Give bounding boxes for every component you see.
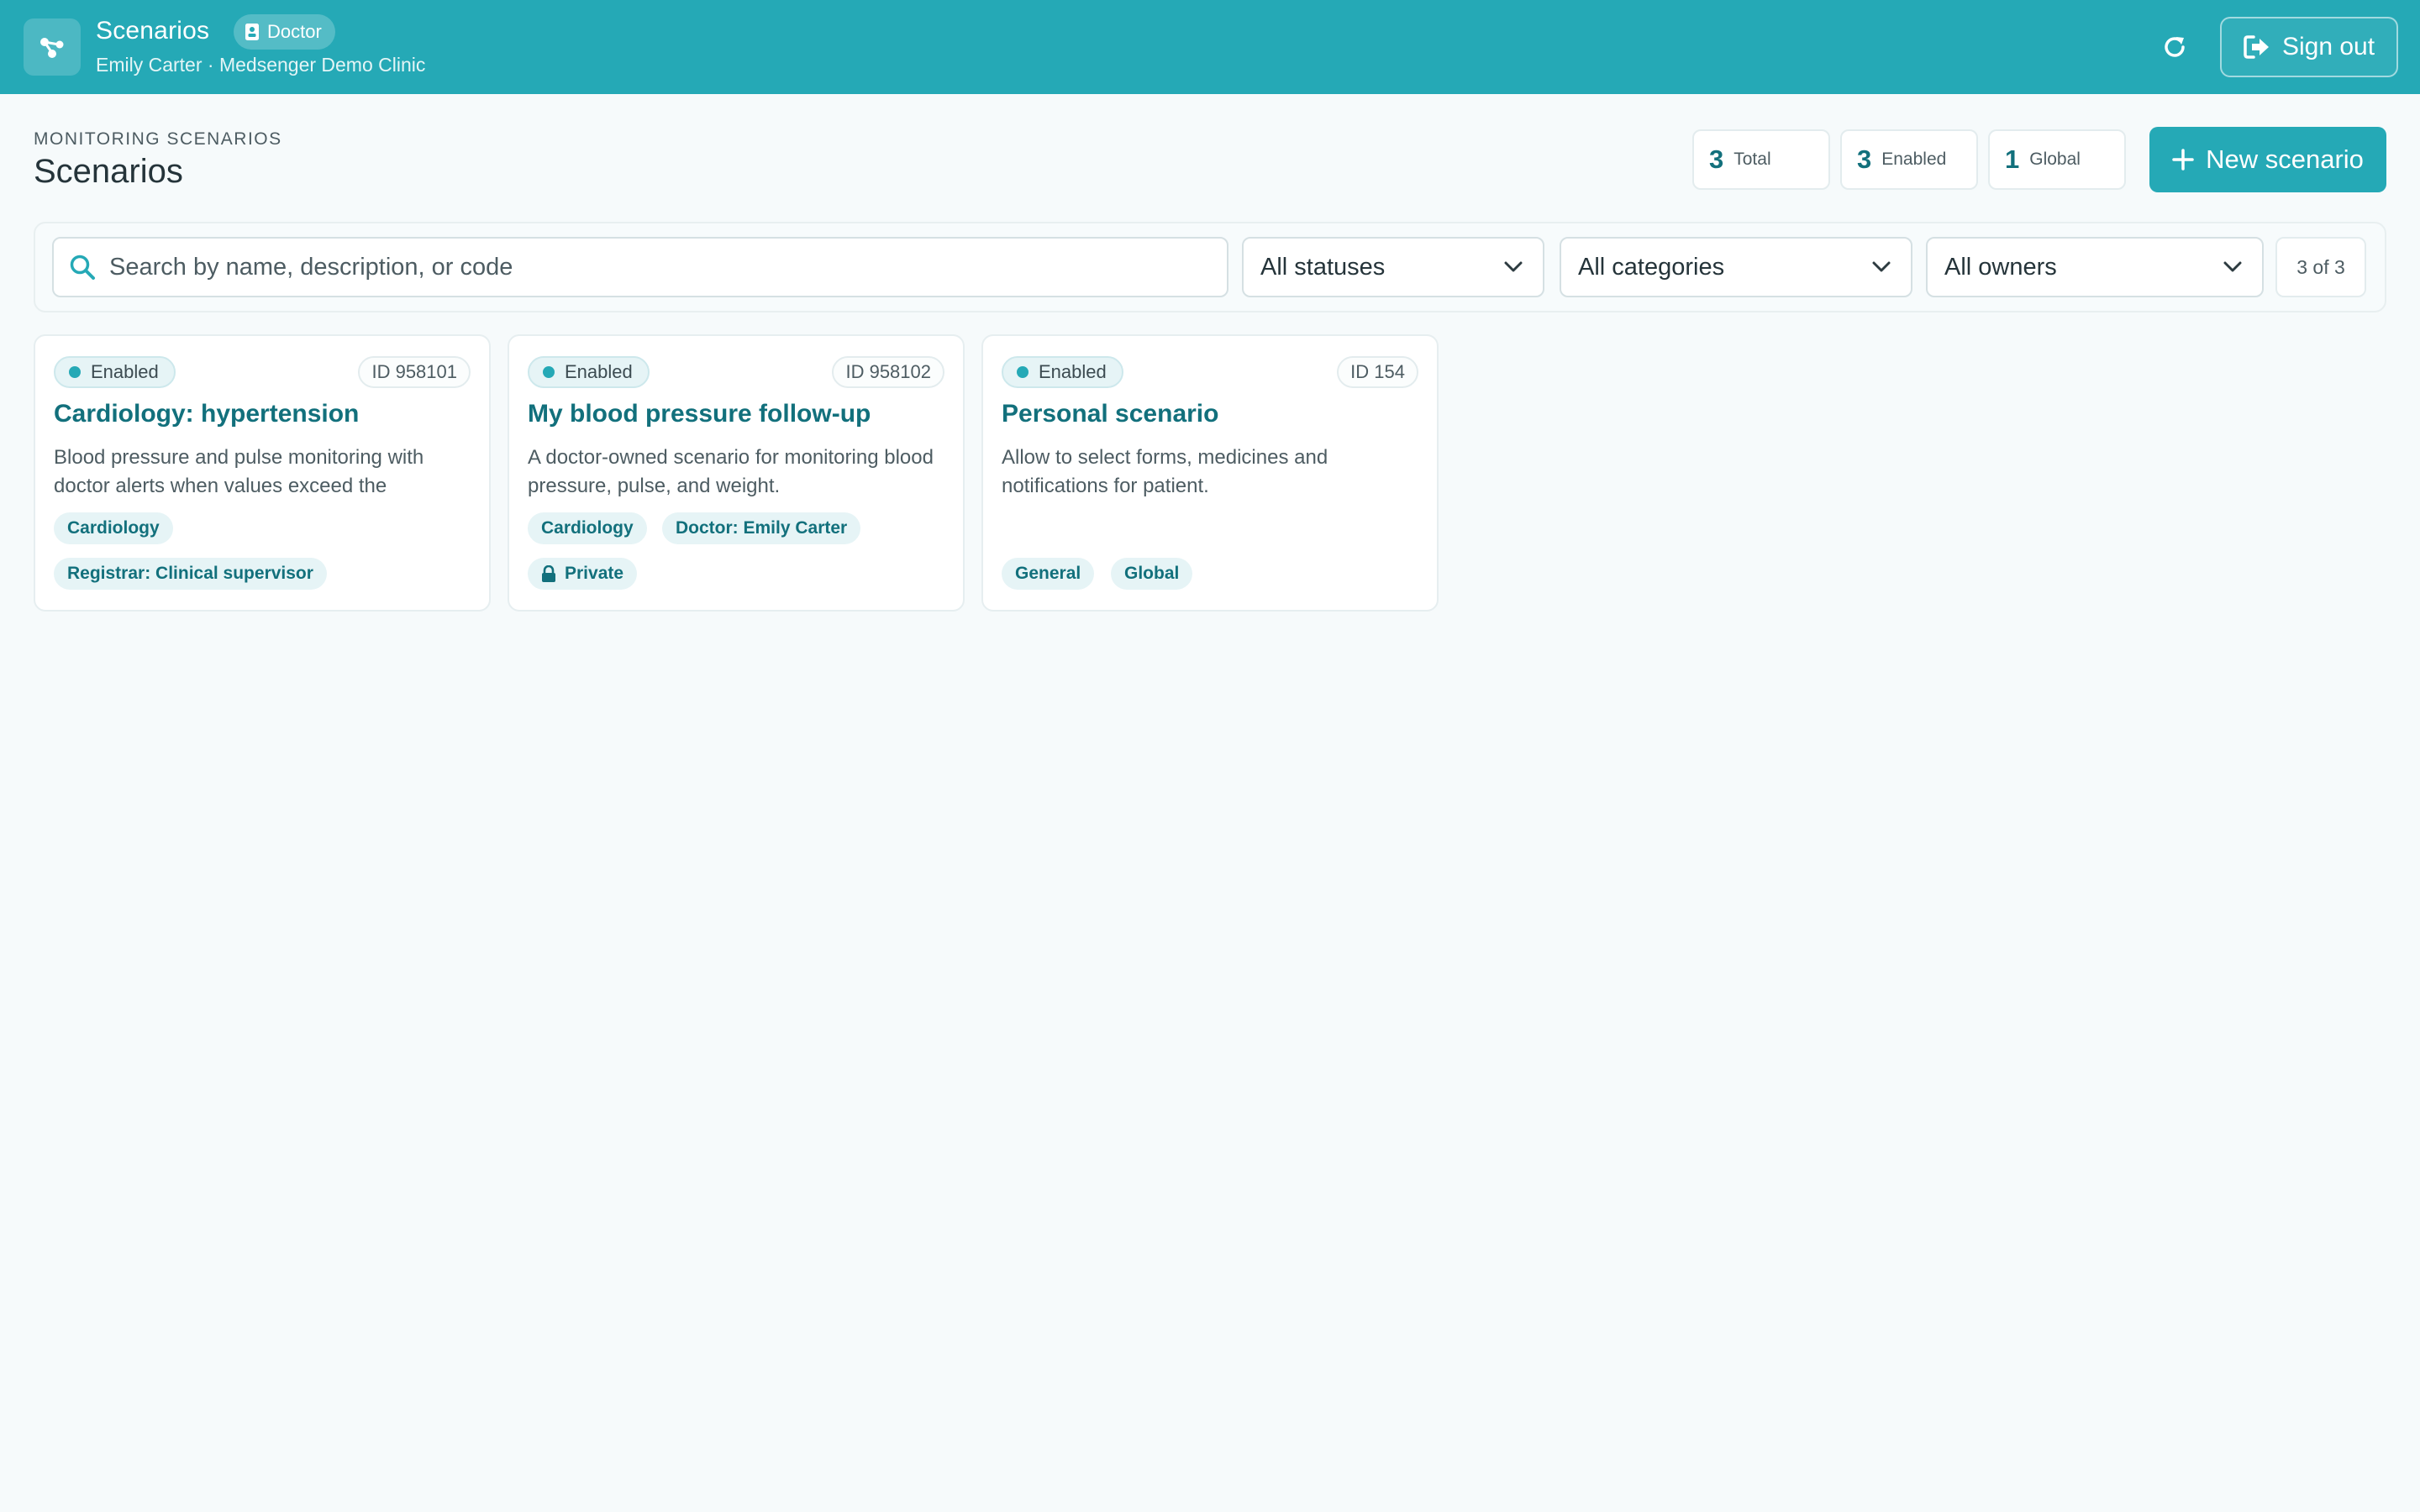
category-filter-select[interactable]: All categories <box>1560 237 1912 297</box>
status-filter-value: All statuses <box>1260 253 1386 281</box>
category-filter-value: All categories <box>1578 253 1725 281</box>
new-scenario-button[interactable]: New scenario <box>2149 127 2386 192</box>
search-icon <box>70 255 95 280</box>
category-tag: Cardiology <box>54 512 173 544</box>
category-tag: Cardiology <box>528 512 647 544</box>
owner-tag: Doctor: Emily Carter <box>662 512 861 544</box>
status-filter-select[interactable]: All statuses <box>1242 237 1544 297</box>
page-eyebrow: MONITORING SCENARIOS <box>34 129 282 149</box>
status-label: Enabled <box>565 361 633 382</box>
new-scenario-label: New scenario <box>2206 144 2364 174</box>
scenario-description: A doctor-owned scenario for monitoring b… <box>528 446 934 497</box>
status-badge: Enabled <box>1002 356 1123 388</box>
scenario-card[interactable]: Enabled ID 958101 Cardiology: hypertensi… <box>34 334 491 612</box>
stat-enabled-label: Enabled <box>1881 150 1947 169</box>
scenario-id: ID 958101 <box>358 356 471 388</box>
id-badge-icon <box>245 24 259 40</box>
status-dot-icon <box>1017 366 1028 378</box>
refresh-button[interactable] <box>2156 29 2193 66</box>
sign-out-label: Sign out <box>2281 33 2375 60</box>
stat-total: 3 Total <box>1692 129 1830 190</box>
user-clinic-subtitle: Emily Carter · Medsenger Demo Clinic <box>96 54 426 76</box>
owner-filter-select[interactable]: All owners <box>1926 237 2264 297</box>
role-label: Doctor <box>267 21 322 42</box>
private-tag-label: Private <box>565 564 624 583</box>
registrar-tag: Registrar: Clinical supervisor <box>54 558 327 590</box>
scenario-description: Blood pressure and pulse monitoring with… <box>54 446 424 497</box>
category-tag: General <box>1002 558 1095 590</box>
private-tag: Private <box>528 558 638 590</box>
chevron-down-icon <box>2223 261 2242 272</box>
page-title: Scenarios <box>34 153 183 190</box>
chevron-down-icon <box>1504 261 1523 272</box>
scenario-id: ID 154 <box>1337 356 1418 388</box>
status-label: Enabled <box>91 361 159 382</box>
status-dot-icon <box>69 366 81 378</box>
search-field[interactable] <box>52 237 1228 297</box>
scenario-card[interactable]: Enabled ID 154 Personal scenario Allow t… <box>981 334 1439 612</box>
app-title: Scenarios <box>96 17 210 45</box>
owner-filter-value: All owners <box>1944 253 2057 281</box>
stat-global: 1 Global <box>1988 129 2126 190</box>
top-bar: Scenarios Doctor Emily Carter · Medsenge… <box>0 0 2420 94</box>
stat-total-label: Total <box>1733 150 1771 169</box>
status-dot-icon <box>543 366 555 378</box>
results-count: 3 of 3 <box>2275 237 2366 297</box>
scenario-title[interactable]: Personal scenario <box>1002 400 1218 428</box>
status-badge: Enabled <box>528 356 650 388</box>
scenario-title[interactable]: My blood pressure follow-up <box>528 400 871 428</box>
sign-out-button[interactable]: Sign out <box>2220 17 2398 77</box>
scenario-card[interactable]: Enabled ID 958102 My blood pressure foll… <box>508 334 965 612</box>
plus-icon <box>2172 149 2194 171</box>
search-input[interactable] <box>109 253 1202 281</box>
stat-enabled-value: 3 <box>1857 144 1872 174</box>
lock-icon <box>542 565 555 582</box>
scenario-description: Allow to select forms, medicines and not… <box>1002 446 1328 497</box>
global-tag: Global <box>1111 558 1193 590</box>
sign-out-icon <box>2244 35 2269 59</box>
stat-global-value: 1 <box>2005 144 2020 174</box>
role-badge: Doctor <box>234 14 335 50</box>
status-badge: Enabled <box>54 356 176 388</box>
workflow-nodes-icon[interactable] <box>24 18 81 76</box>
status-label: Enabled <box>1039 361 1107 382</box>
refresh-icon <box>2165 37 2185 57</box>
stat-total-value: 3 <box>1709 144 1724 174</box>
stat-enabled: 3 Enabled <box>1840 129 1978 190</box>
stat-global-label: Global <box>2029 150 2081 169</box>
scenario-id: ID 958102 <box>832 356 944 388</box>
scenario-title[interactable]: Cardiology: hypertension <box>54 400 359 428</box>
chevron-down-icon <box>1872 261 1891 272</box>
